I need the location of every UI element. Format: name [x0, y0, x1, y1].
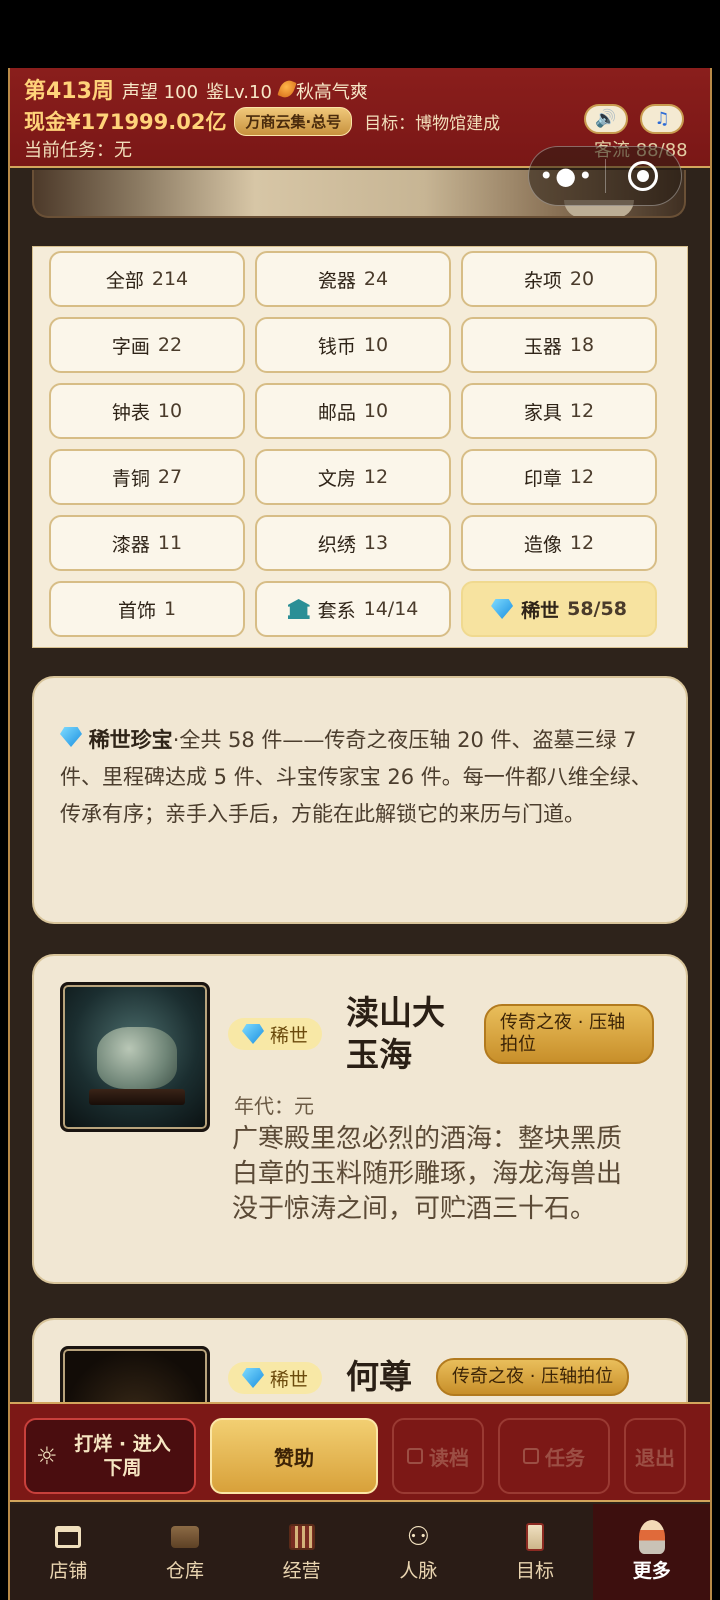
market-badge[interactable]: 万商云集·总号: [234, 106, 353, 136]
item-name: 渎山大 玉海: [346, 993, 445, 1074]
item-thumbnail: [60, 982, 210, 1132]
category-jewelry[interactable]: 首饰 1: [49, 581, 245, 637]
folder-icon: [407, 1448, 423, 1464]
goal-label: 目标：博物馆建成: [364, 113, 501, 134]
item-description: 广寒殿里忽必烈的酒海：整块黑质白章的玉料随形雕琢，海龙海兽出没于惊涛之间，可贮酒…: [232, 1124, 623, 1224]
more-icon: [637, 1519, 667, 1554]
status-bar: [0, 0, 720, 68]
tab-goals[interactable]: 目标: [477, 1504, 594, 1600]
category-lacquer[interactable]: 漆器 11: [49, 515, 245, 571]
category-statues[interactable]: 造像 12: [461, 515, 657, 571]
source-tag: 传奇之夜 · 压轴拍位: [484, 1004, 654, 1064]
task-button[interactable]: 任务: [498, 1418, 610, 1494]
tab-warehouse[interactable]: 仓库: [127, 1504, 244, 1600]
item-card[interactable]: 稀世 渎山大 玉海 传奇之夜 · 压轴拍位 年代：元 广寒殿里忽必烈的酒海：整块黑…: [32, 954, 688, 1284]
bottom-tab-bar: 店铺 仓库 经营 ⚇ 人脉 目标 更多: [10, 1504, 710, 1600]
tab-network[interactable]: ⚇ 人脉: [360, 1504, 477, 1600]
shop-icon: [53, 1522, 83, 1552]
tab-shop[interactable]: 店铺: [10, 1504, 127, 1600]
rare-info-panel: 稀世珍宝·全共 58 件——传奇之夜压轴 20 件、盗墓三绿 7 件、里程碑达成…: [32, 676, 688, 924]
crate-icon: [170, 1522, 200, 1552]
game-frame: 第413周 声望 100 鉴Lv.10 秋高气爽 现金¥171999.02亿 万…: [8, 68, 712, 1600]
rare-badge: 稀世: [228, 1362, 323, 1394]
mini-program-capsule: •●•: [528, 146, 682, 206]
category-all[interactable]: 全部 214: [49, 251, 245, 307]
action-bar: ☼ 打烊 · 进入下周 赞助 读档 任务 退出: [10, 1402, 710, 1502]
category-porcelain[interactable]: 瓷器 24: [255, 251, 451, 307]
sponsor-button[interactable]: 赞助: [210, 1418, 378, 1494]
exit-button[interactable]: 退出: [624, 1418, 686, 1494]
sound-button[interactable]: 🔊: [584, 104, 628, 134]
category-painting[interactable]: 字画 22: [49, 317, 245, 373]
close-target-icon[interactable]: [606, 161, 682, 191]
music-note-icon: ♫: [654, 109, 670, 129]
checklist-icon: [523, 1448, 539, 1464]
speaker-icon: 🔊: [595, 109, 617, 129]
appraisal-level: 鉴Lv.10: [206, 82, 272, 103]
more-dots-icon[interactable]: •●•: [529, 162, 605, 190]
diamond-icon: [242, 1024, 264, 1044]
category-seals[interactable]: 印章 12: [461, 449, 657, 505]
current-task: 当前任务：无: [24, 140, 132, 161]
category-stationery[interactable]: 文房 12: [255, 449, 451, 505]
category-coins[interactable]: 钱币 10: [255, 317, 451, 373]
museum-icon: [287, 599, 310, 619]
week-label: 第413周: [24, 79, 114, 104]
diamond-icon: [60, 727, 82, 747]
category-sets[interactable]: 套系 14/14: [255, 581, 451, 637]
season-indicator: 秋高气爽: [277, 78, 368, 104]
item-era: 年代：元: [234, 1094, 314, 1118]
item-name: 何尊: [346, 1357, 412, 1396]
leaf-icon: [277, 78, 297, 100]
category-clocks[interactable]: 钟表 10: [49, 383, 245, 439]
scroll-icon: [520, 1522, 550, 1552]
rare-badge: 稀世: [228, 1018, 323, 1050]
category-stamps[interactable]: 邮品 10: [255, 383, 451, 439]
category-furniture[interactable]: 家具 12: [461, 383, 657, 439]
music-button[interactable]: ♫: [640, 104, 684, 134]
source-tag: 传奇之夜 · 压轴拍位: [436, 1358, 630, 1396]
category-grid: 全部 214 瓷器 24 杂项 20 字画 22 钱币 10 玉器 18 钟表 10 邮品 10…: [32, 246, 688, 648]
next-week-button[interactable]: ☼ 打烊 · 进入下周: [24, 1418, 196, 1494]
people-icon: ⚇: [406, 1521, 430, 1552]
reputation-label: 声望 100: [121, 82, 199, 103]
diamond-icon: [242, 1368, 264, 1388]
diamond-icon: [491, 599, 514, 619]
category-embroidery[interactable]: 织绣 13: [255, 515, 451, 571]
tab-more[interactable]: 更多: [593, 1504, 710, 1600]
category-bronze[interactable]: 青铜 27: [49, 449, 245, 505]
abacus-icon: [287, 1522, 317, 1552]
tab-business[interactable]: 经营: [243, 1504, 360, 1600]
category-jade[interactable]: 玉器 18: [461, 317, 657, 373]
load-button[interactable]: 读档: [392, 1418, 484, 1494]
category-rare[interactable]: 稀世 58/58: [461, 581, 657, 637]
cash-label: 现金¥171999.02亿: [24, 110, 227, 134]
category-misc[interactable]: 杂项 20: [461, 251, 657, 307]
sun-icon: ☼: [36, 1442, 58, 1470]
info-title: 稀世珍宝: [88, 728, 173, 752]
